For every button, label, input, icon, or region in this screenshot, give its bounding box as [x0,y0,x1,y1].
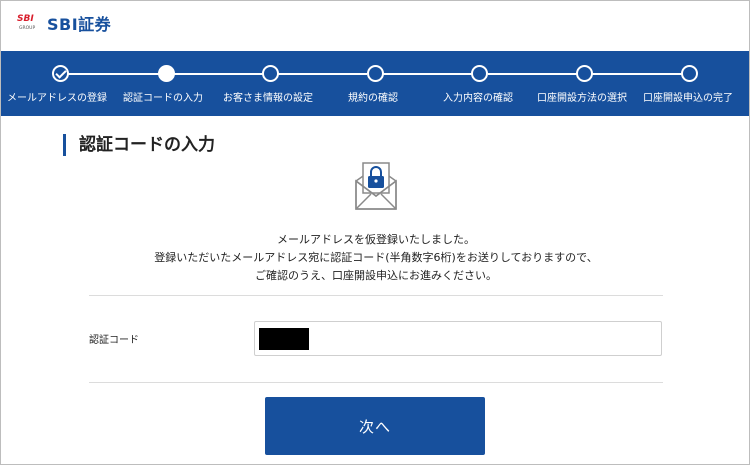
page-title: 認証コードの入力 [63,134,215,156]
step-4-circle-icon [367,65,384,82]
step-label-7: 口座開設申込の完了 [643,93,733,104]
step-label-5: 入力内容の確認 [443,93,513,104]
divider-top [89,295,663,296]
progress-steps: メールアドレスの登録 認証コードの入力 お客さま情報の設定 規約の確認 入力内容… [1,51,749,116]
step-label-2: 認証コードの入力 [123,93,203,104]
message-line-3: ご確認のうえ、口座開設申込にお進みください。 [255,269,497,282]
sbi-logo-icon: SBI GROUP [17,14,35,31]
step-1-check-icon [52,65,69,82]
step-label-4: 規約の確認 [348,93,398,104]
message-line-1: メールアドレスを仮登録いたしました。 [277,233,475,246]
lock-envelope-icon [355,162,397,210]
site-header: SBI GROUP SBI証券 [1,1,749,51]
step-connector [174,73,263,75]
step-connector [488,73,577,75]
step-connector [592,73,682,75]
confirmation-message: メールアドレスを仮登録いたしました。 登録いただいたメールアドレス宛に認証コード… [89,231,663,285]
step-6-circle-icon [576,65,593,82]
step-connector [68,73,159,75]
step-label-6: 口座開設方法の選択 [537,93,627,104]
step-7-circle-icon [681,65,698,82]
step-3-circle-icon [262,65,279,82]
step-label-1: メールアドレスの登録 [7,93,107,104]
page-frame: SBI GROUP SBI証券 メールアドレスの登録 認証コードの入力 お客さま… [0,0,750,465]
brand-name[interactable]: SBI証券 [47,11,111,35]
svg-text:GROUP: GROUP [19,25,35,31]
svg-text:SBI: SBI [17,14,34,24]
code-field-label: 認証コード [89,335,139,346]
step-5-circle-icon [471,65,488,82]
next-button[interactable]: 次へ [265,397,485,455]
redacted-code-value [259,328,309,350]
step-2-current-icon [158,65,175,82]
message-line-2: 登録いただいたメールアドレス宛に認証コード(半角数字6桁)をお送りしておりますの… [154,251,598,264]
step-label-3: お客さま情報の設定 [223,93,313,104]
step-connector [383,73,472,75]
divider-bottom [89,382,663,383]
verification-code-input[interactable] [254,321,662,356]
step-connector [278,73,367,75]
